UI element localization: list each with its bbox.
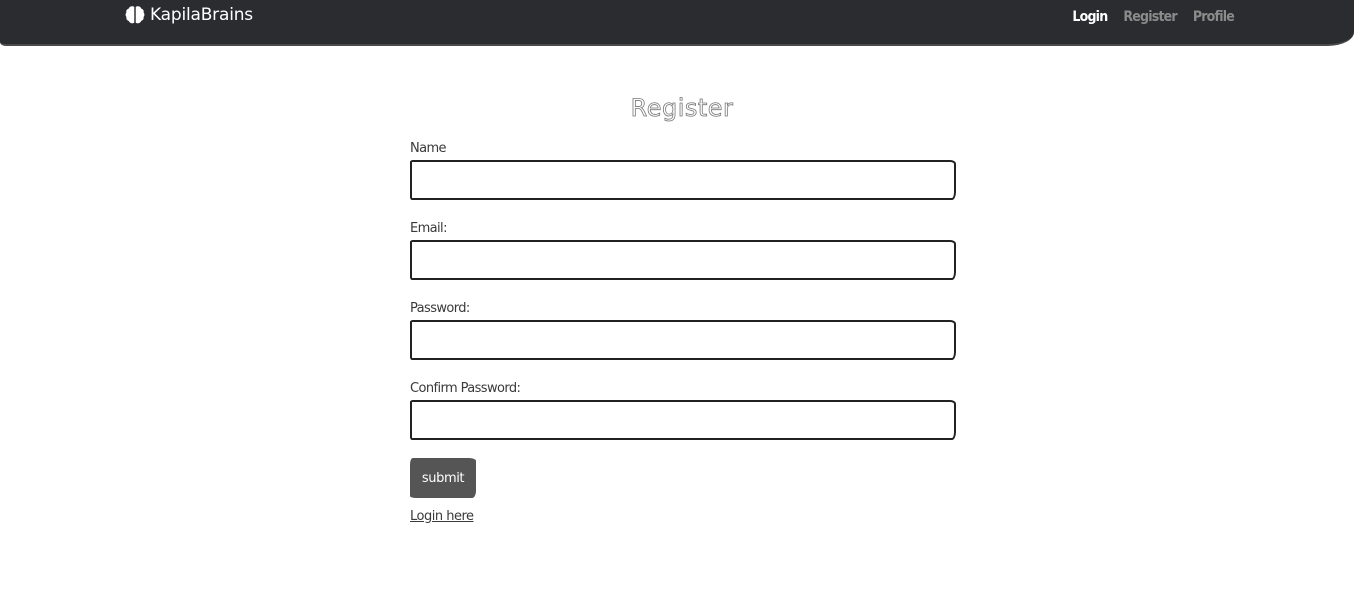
name-label: Name — [410, 141, 447, 156]
password-label: Password: — [410, 301, 470, 316]
name-field-group: Name — [410, 138, 956, 200]
submit-button[interactable]: submit — [410, 458, 476, 498]
register-form: Name Email: Password: Confirm Password: … — [410, 138, 956, 524]
brand-name: KapilaBrains — [150, 5, 253, 25]
confirm-password-input[interactable] — [410, 400, 956, 440]
navbar: KapilaBrains Login Register Profile — [0, 0, 1354, 46]
page-title: Register — [630, 94, 734, 123]
confirm-password-label: Confirm Password: — [410, 381, 521, 396]
password-field-group: Password: — [410, 298, 956, 360]
nav-link-login[interactable]: Login — [1072, 6, 1108, 28]
brand-link[interactable]: KapilaBrains — [124, 4, 253, 26]
nav-links: Login Register Profile — [1072, 6, 1234, 28]
password-input[interactable] — [410, 320, 956, 360]
email-field-group: Email: — [410, 218, 956, 280]
nav-link-profile[interactable]: Profile — [1193, 6, 1235, 28]
email-label: Email: — [410, 221, 447, 236]
name-input[interactable] — [410, 160, 956, 200]
confirm-password-field-group: Confirm Password: — [410, 378, 956, 440]
nav-link-register[interactable]: Register — [1123, 6, 1177, 28]
brain-icon — [125, 6, 145, 24]
email-input[interactable] — [410, 240, 956, 280]
login-here-link[interactable]: Login here — [410, 509, 474, 524]
